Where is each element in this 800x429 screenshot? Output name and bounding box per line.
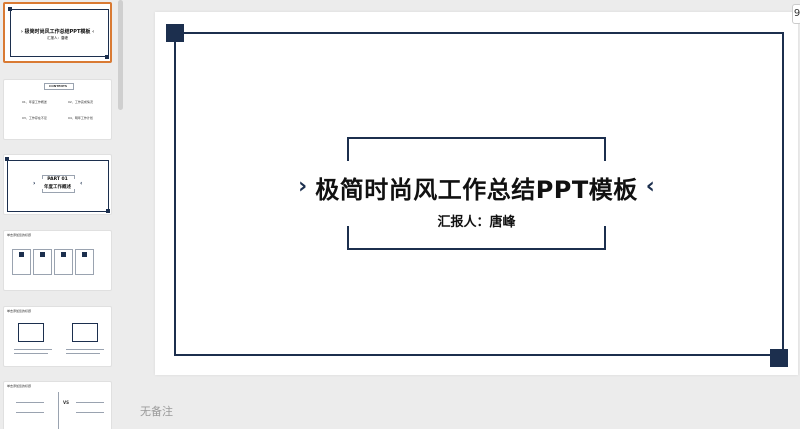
thumb-text-line (16, 402, 44, 403)
slide-thumbnail-6[interactable]: 单击添加您的标题 VS (3, 381, 112, 429)
thumb-header: 单击添加您的标题 (7, 309, 32, 313)
thumb-corner (105, 55, 109, 59)
thumb-contents-item: 03、工作存在不足 (22, 116, 47, 120)
thumb-divider (58, 392, 59, 429)
notes-placeholder[interactable]: 无备注 (140, 403, 173, 419)
title-row: › 极简时尚风工作总结PPT模板 ‹ (155, 170, 798, 204)
thumb-subtitle: 汇报人：唐峰 (47, 36, 68, 40)
slide-thumbnail-4[interactable]: 单击添加您的标题 (3, 230, 112, 291)
thumb-corner (5, 157, 9, 161)
thumb-card-icon (40, 252, 45, 257)
corner-square-top-left (166, 24, 184, 42)
thumb-part-label: PART 01 (47, 177, 68, 182)
slide-title[interactable]: 极简时尚风工作总结PPT模板 (315, 170, 638, 205)
chevron-left-icon: ‹ (645, 174, 655, 199)
thumb-contents-label: CONTENTS (49, 84, 68, 88)
thumb-text-line (66, 349, 104, 350)
edge-toolbar-button[interactable]: 9 (792, 4, 800, 24)
thumb-corner (106, 209, 110, 213)
thumb-header: 单击添加您的标题 (7, 384, 32, 388)
thumb-text-line (16, 412, 44, 413)
thumb-text-line (66, 353, 100, 354)
chevron-right-icon: › (298, 174, 308, 199)
thumb-vs-label: VS (63, 400, 69, 405)
slide-thumbnail-3[interactable]: PART 01 年度工作概述 › ‹ (3, 154, 112, 215)
thumb-chevron-left-icon: ‹ (80, 180, 83, 187)
thumb-monitor-icon (18, 323, 44, 342)
thumb-text-line (76, 402, 104, 403)
thumb-chart-icon (72, 323, 98, 342)
thumb-card-icon (82, 252, 87, 257)
thumb-text-line (76, 412, 104, 413)
thumb-title: › 极简时尚风工作总结PPT模板 ‹ (20, 29, 95, 35)
thumb-chevron-right-icon: › (33, 180, 36, 187)
thumb-part-name: 年度工作概述 (44, 185, 71, 190)
slide-thumbnail-1[interactable]: › 极简时尚风工作总结PPT模板 ‹ 汇报人：唐峰 (3, 2, 112, 63)
slide-reporter[interactable]: 汇报人：唐峰 (155, 211, 798, 230)
slide-thumbnail-5[interactable]: 单击添加您的标题 (3, 306, 112, 367)
slide-canvas[interactable]: › 极简时尚风工作总结PPT模板 ‹ 汇报人：唐峰 (155, 12, 798, 375)
thumb-text-line (14, 353, 48, 354)
thumb-contents-item: 01、年度工作概述 (22, 100, 47, 104)
title-bracket-top (347, 137, 606, 161)
thumb-header: 单击添加您的标题 (7, 233, 32, 237)
corner-square-bottom-right (770, 349, 788, 367)
thumbnail-scrollbar[interactable] (118, 0, 123, 110)
slide-thumbnail-panel: › 极简时尚风工作总结PPT模板 ‹ 汇报人：唐峰 CONTENTS 01、年度… (0, 0, 126, 429)
thumb-contents-item: 02、工作完成情况 (68, 100, 93, 104)
thumb-text-line (14, 349, 52, 350)
thumb-card-icon (19, 252, 24, 257)
thumb-card-icon (61, 252, 66, 257)
thumb-contents-item: 04、明年工作计划 (68, 116, 93, 120)
slide-thumbnail-2[interactable]: CONTENTS 01、年度工作概述 02、工作完成情况 03、工作存在不足 0… (3, 79, 112, 140)
thumb-corner (8, 7, 12, 11)
